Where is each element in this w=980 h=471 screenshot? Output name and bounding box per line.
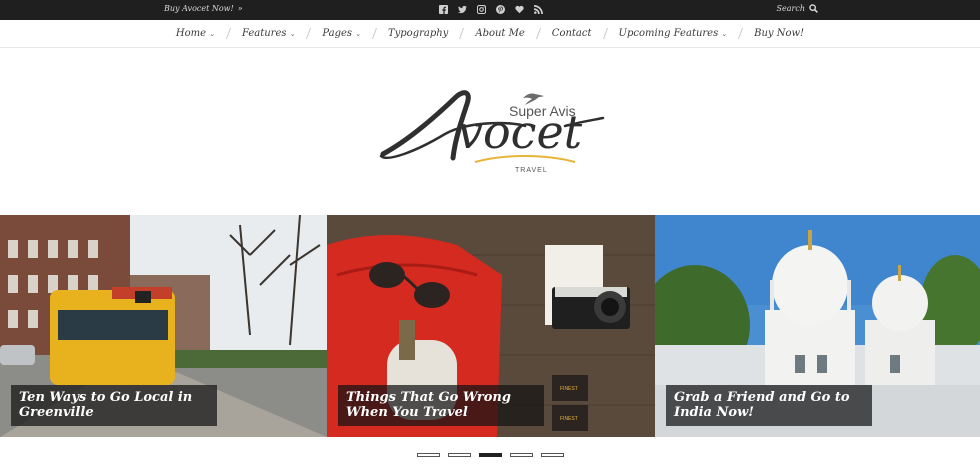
search-icon	[809, 4, 818, 13]
nav-item-home[interactable]: Home ⌄	[163, 28, 228, 39]
facebook-icon[interactable]	[438, 4, 448, 15]
heart-icon[interactable]	[514, 4, 524, 15]
svg-text:TRAVEL: TRAVEL	[515, 167, 548, 174]
social-links	[438, 4, 543, 15]
slide-greenville[interactable]: Ten Ways to Go Local in Greenville	[0, 215, 327, 437]
nav-item-label: Buy Now!	[754, 28, 805, 39]
nav-item-label: Home	[175, 28, 207, 39]
slide-caption[interactable]: Ten Ways to Go Local in Greenville	[11, 385, 217, 426]
nav-item-features[interactable]: Features ⌄	[229, 28, 308, 39]
chevron-down-icon: ⌄	[721, 29, 728, 38]
slide-things-go-wrong[interactable]: FINEST FINEST Things That Go Wrong When …	[327, 215, 655, 437]
pager-dot-1[interactable]	[416, 453, 440, 457]
slider-pagination	[0, 453, 980, 457]
slide-caption[interactable]: Things That Go Wrong When You Travel	[338, 385, 544, 426]
buy-avocet-link[interactable]: Buy Avocet Now!»	[164, 4, 243, 13]
svg-text:FINEST: FINEST	[560, 386, 578, 392]
avocet-logo-mark: Super Avis vocet TRAVEL	[379, 90, 605, 174]
svg-text:vocet: vocet	[457, 105, 583, 159]
nav-item-label: Features	[241, 28, 287, 39]
nav-item-typography[interactable]: Typography	[375, 28, 461, 39]
chevron-down-icon: ⌄	[289, 29, 296, 38]
nav-item-label: About Me	[475, 28, 525, 39]
slide-india[interactable]: Grab a Friend and Go to India Now!	[655, 215, 980, 437]
twitter-icon[interactable]	[457, 4, 467, 15]
nav-item-label: Upcoming Features	[618, 28, 719, 39]
search-toggle[interactable]: Search	[777, 4, 818, 13]
featured-slider: Ten Ways to Go Local in Greenville FINES…	[0, 215, 980, 437]
nav-item-upcoming-features[interactable]: Upcoming Features ⌄	[606, 28, 741, 39]
pinterest-icon[interactable]	[495, 4, 505, 15]
double-chevron-icon: »	[237, 4, 243, 13]
nav-item-label: Pages	[322, 28, 353, 39]
chevron-down-icon: ⌄	[355, 29, 361, 38]
nav-item-buy-now[interactable]: Buy Now!	[741, 28, 817, 39]
nav-item-label: Contact	[551, 28, 592, 39]
top-bar: Buy Avocet Now!» Search	[0, 0, 980, 20]
nav-item-label: Typography	[387, 28, 449, 39]
rss-icon[interactable]	[533, 4, 543, 15]
pager-dot-3[interactable]	[478, 453, 502, 457]
site-logo[interactable]: Super Avis vocet TRAVEL	[375, 82, 610, 174]
slide-caption[interactable]: Grab a Friend and Go to India Now!	[666, 385, 872, 426]
buy-avocet-label: Buy Avocet Now!	[164, 4, 234, 13]
pager-dot-5[interactable]	[540, 453, 564, 457]
nav-item-contact[interactable]: Contact	[539, 28, 605, 39]
main-navigation: Home ⌄ Features ⌄ Pages ⌄ Typography About …	[0, 20, 980, 48]
pager-dot-4[interactable]	[509, 453, 533, 457]
pager-dot-2[interactable]	[447, 453, 471, 457]
nav-item-about-me[interactable]: About Me	[462, 28, 537, 39]
instagram-icon[interactable]	[476, 4, 486, 15]
search-label: Search	[776, 4, 805, 13]
svg-text:FINEST: FINEST	[560, 416, 578, 422]
chevron-down-icon: ⌄	[209, 29, 215, 38]
nav-item-pages[interactable]: Pages ⌄	[309, 28, 374, 39]
